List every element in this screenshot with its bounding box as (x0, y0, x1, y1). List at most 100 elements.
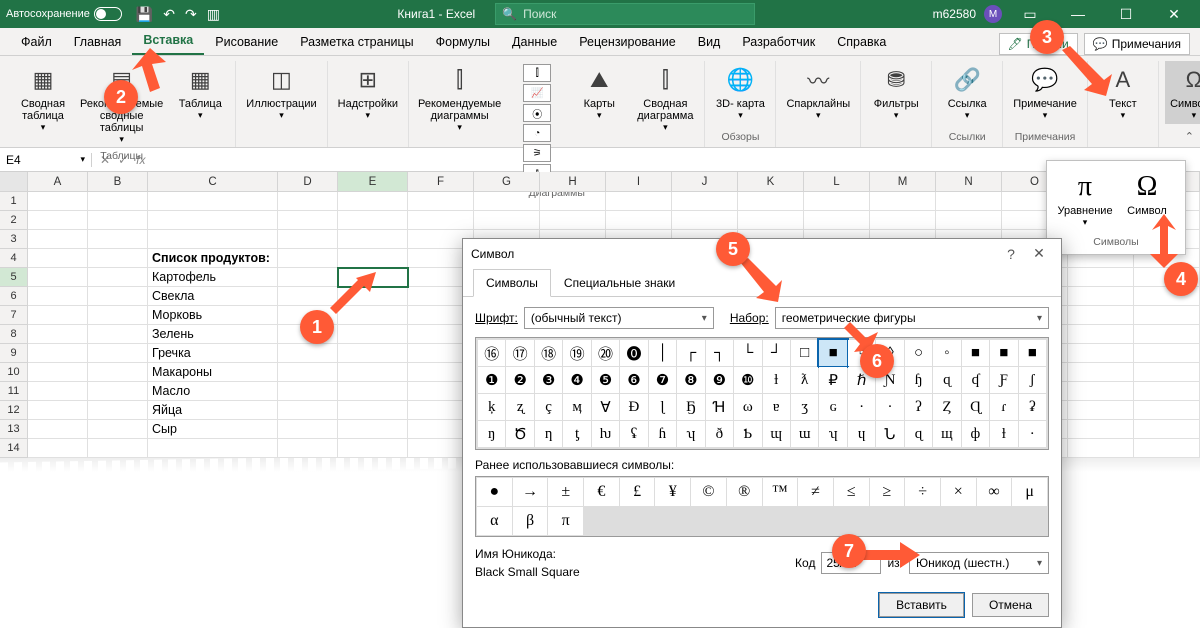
cell[interactable] (28, 192, 88, 211)
cell[interactable] (1068, 306, 1134, 325)
cell[interactable] (278, 192, 338, 211)
cell[interactable] (1134, 306, 1200, 325)
symbol-cell[interactable]: Ȥ (933, 394, 960, 420)
cell[interactable] (28, 344, 88, 363)
symbol-cell[interactable]: ⑳ (592, 340, 619, 366)
cell[interactable] (1134, 344, 1200, 363)
symbol-cell[interactable]: Ծ (506, 421, 533, 447)
symbol-cell[interactable]: □ (791, 340, 818, 366)
cell[interactable] (1068, 382, 1134, 401)
save-icon[interactable]: 💾 (136, 6, 153, 23)
symbol-cell[interactable]: ◦ (933, 340, 960, 366)
recent-symbol-cell[interactable]: ∞ (977, 478, 1012, 506)
search-box[interactable]: 🔍 Поиск (495, 3, 755, 25)
cell[interactable] (338, 230, 408, 249)
cell[interactable] (1134, 439, 1200, 458)
toggle-off-icon[interactable] (94, 7, 122, 21)
tab-справка[interactable]: Справка (826, 29, 897, 55)
cell[interactable]: Список продуктов: (148, 249, 278, 268)
symbol-cell[interactable]: ƚ (990, 421, 1017, 447)
redo-icon[interactable]: ↷ (185, 6, 197, 23)
symbol-cell[interactable]: ɦ (649, 421, 676, 447)
cell[interactable]: Гречка (148, 344, 278, 363)
symbols-button[interactable]: ΩСимволы▾ (1165, 61, 1200, 124)
recent-symbol-cell[interactable]: ® (727, 478, 762, 506)
cell[interactable] (804, 192, 870, 211)
cell[interactable] (278, 401, 338, 420)
cell[interactable] (1134, 401, 1200, 420)
col-header[interactable]: E (338, 172, 408, 191)
select-all-corner[interactable] (0, 172, 28, 191)
row-header[interactable]: 1 (0, 192, 28, 211)
sparklines-button[interactable]: 〰Спарклайны▾ (782, 61, 854, 124)
recent-symbol-cell[interactable]: ¥ (655, 478, 690, 506)
addins-button[interactable]: ⊞Надстройки▾ (334, 61, 402, 124)
col-header[interactable]: H (540, 172, 606, 191)
row-header[interactable]: 4 (0, 249, 28, 268)
col-header[interactable]: J (672, 172, 738, 191)
cell[interactable] (278, 230, 338, 249)
symbol-cell[interactable]: ɋ (905, 421, 932, 447)
symbol-cell[interactable]: ʮ (819, 421, 846, 447)
symbol-cell[interactable]: ƕ (592, 421, 619, 447)
cell[interactable]: Картофель (148, 268, 278, 287)
cell[interactable]: Макароны (148, 363, 278, 382)
cell[interactable] (28, 268, 88, 287)
cell[interactable] (28, 401, 88, 420)
symbol-cell[interactable]: Ƅ (734, 421, 761, 447)
symbol-cell[interactable]: ɥ (848, 421, 875, 447)
symbol-cell[interactable]: ⑱ (535, 340, 562, 366)
cell[interactable] (88, 363, 148, 382)
symbol-cell[interactable]: ç (535, 394, 562, 420)
cell[interactable] (338, 439, 408, 458)
cell[interactable] (88, 420, 148, 439)
cell[interactable]: Морковь (148, 306, 278, 325)
avatar[interactable]: M (984, 5, 1002, 23)
symbol-cell[interactable]: ⑲ (563, 340, 590, 366)
row-header[interactable]: 8 (0, 325, 28, 344)
symbol-cell[interactable]: ƞ (535, 421, 562, 447)
cell[interactable] (1134, 363, 1200, 382)
symbol-cell[interactable]: ƚ (763, 367, 790, 393)
symbol-cell[interactable]: ɧ (905, 367, 932, 393)
recent-symbol-cell[interactable]: α (477, 507, 512, 535)
symbol-cell[interactable]: ∀ (592, 394, 619, 420)
cell[interactable]: Сыр (148, 420, 278, 439)
cell[interactable] (870, 192, 936, 211)
tab-вид[interactable]: Вид (687, 29, 732, 55)
cell[interactable] (278, 344, 338, 363)
symbol-cell[interactable]: ӎ (563, 394, 590, 420)
cell[interactable] (1068, 344, 1134, 363)
symbol-cell[interactable]: щ (933, 421, 960, 447)
col-header[interactable]: I (606, 172, 672, 191)
cell[interactable] (88, 382, 148, 401)
cell[interactable] (338, 420, 408, 439)
tab-данные[interactable]: Данные (501, 29, 568, 55)
col-header[interactable]: G (474, 172, 540, 191)
dialog-tab[interactable]: Специальные знаки (551, 269, 688, 297)
cell[interactable] (540, 192, 606, 211)
dialog-tab[interactable]: Символы (473, 269, 551, 297)
symbol-cell[interactable]: ❸ (535, 367, 562, 393)
tab-разработчик[interactable]: Разработчик (731, 29, 826, 55)
symbol-cell[interactable]: ❻ (620, 367, 647, 393)
tab-рецензирование[interactable]: Рецензирование (568, 29, 687, 55)
symbol-cell[interactable]: ■ (819, 340, 846, 366)
row-header[interactable]: 14 (0, 439, 28, 458)
cell[interactable] (672, 192, 738, 211)
col-header[interactable]: M (870, 172, 936, 191)
cell[interactable] (28, 306, 88, 325)
cell[interactable] (278, 439, 338, 458)
recent-symbol-cell[interactable]: × (941, 478, 976, 506)
minimize-icon[interactable]: ― (1058, 6, 1098, 22)
cell[interactable]: Масло (148, 382, 278, 401)
cell[interactable] (28, 249, 88, 268)
row-header[interactable]: 7 (0, 306, 28, 325)
cell[interactable] (672, 211, 738, 230)
recent-symbol-cell[interactable]: ™ (763, 478, 798, 506)
cell[interactable] (88, 287, 148, 306)
recent-symbol-cell[interactable]: ≥ (870, 478, 905, 506)
cell[interactable] (936, 211, 1002, 230)
tab-формулы[interactable]: Формулы (425, 29, 501, 55)
symbol-cell[interactable]: ʮ (677, 421, 704, 447)
